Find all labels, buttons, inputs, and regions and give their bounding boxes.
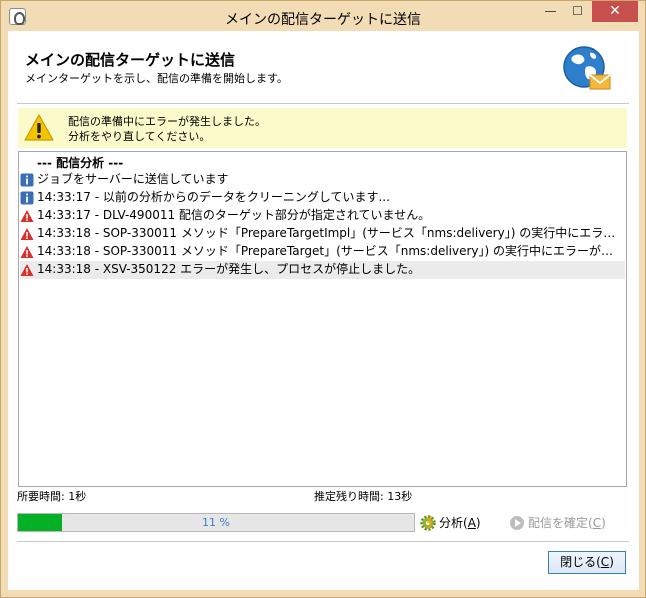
progress-bar: 11 % bbox=[17, 513, 415, 532]
warning-message: 配信の準備中にエラーが発生しました。 bbox=[68, 115, 266, 128]
header-divider bbox=[17, 103, 629, 104]
minimize-button[interactable]: — bbox=[537, 1, 564, 22]
dialog-body: メインの配信ターゲットに送信 メインターゲットを示し、配信の準備を開始します。 … bbox=[8, 31, 639, 590]
window-close-button[interactable]: ✕ bbox=[592, 1, 638, 22]
gear-lightning-icon bbox=[420, 515, 436, 531]
log-entry[interactable]: 14:33:18 - SOP-330011 メソッド「PrepareTarget… bbox=[20, 225, 625, 243]
error-icon bbox=[20, 246, 34, 258]
error-icon bbox=[20, 264, 34, 276]
log-entry-text: 14:33:18 - XSV-350122 エラーが発生し、プロセスが停止しまし… bbox=[37, 262, 421, 276]
analyze-label-end: ) bbox=[475, 516, 481, 530]
title-bar[interactable]: メインの配信ターゲットに送信 — ☐ ✕ bbox=[1, 1, 645, 31]
warning-icon bbox=[24, 114, 54, 141]
globe-mail-icon bbox=[563, 46, 611, 90]
confirm-label-end: ) bbox=[601, 516, 606, 530]
warning-instruction: 分析をやり直してください。 bbox=[68, 130, 211, 143]
log-entry[interactable]: 14:33:17 - 以前の分析からのデータをクリーニングしています... bbox=[20, 189, 625, 207]
log-entry[interactable]: 14:33:18 - XSV-350122 エラーが発生し、プロセスが停止しまし… bbox=[20, 261, 625, 279]
elapsed-time: 所要時間: 1秒 bbox=[17, 490, 87, 503]
play-icon bbox=[510, 516, 524, 530]
confirm-accesskey: C bbox=[592, 516, 602, 530]
close-button[interactable]: 閉じる(C) bbox=[548, 551, 626, 574]
analysis-log[interactable]: --- 配信分析 --- ジョブをサーバーに送信しています 14:33:17 - … bbox=[18, 151, 627, 487]
close-accesskey: C bbox=[600, 555, 610, 569]
log-entry-text: ジョブをサーバーに送信しています bbox=[37, 172, 229, 186]
analyze-button[interactable]: 分析(A) bbox=[419, 513, 481, 533]
info-icon bbox=[20, 173, 34, 187]
error-icon bbox=[20, 228, 34, 240]
header-title: メインの配信ターゲットに送信 bbox=[25, 51, 236, 69]
close-label-end: ) bbox=[609, 555, 614, 569]
analyze-accesskey: A bbox=[467, 516, 476, 530]
warning-banner: 配信の準備中にエラーが発生しました。 分析をやり直してください。 bbox=[18, 108, 627, 148]
log-entry-text: 14:33:18 - SOP-330011 メソッド「PrepareTarget… bbox=[37, 226, 625, 240]
log-entry[interactable]: ジョブをサーバーに送信しています bbox=[20, 171, 625, 189]
remaining-time: 推定残り時間: 13秒 bbox=[314, 490, 413, 503]
log-entry[interactable]: 14:33:18 - SOP-330011 メソッド「PrepareTarget… bbox=[20, 243, 625, 261]
error-icon bbox=[20, 210, 34, 222]
info-icon bbox=[20, 191, 34, 205]
log-entry-text: 14:33:18 - SOP-330011 メソッド「PrepareTarget… bbox=[37, 244, 625, 258]
log-entry-text: 14:33:17 - 以前の分析からのデータをクリーニングしています... bbox=[37, 190, 390, 204]
analyze-label: 分析( bbox=[439, 516, 468, 530]
header-subtitle: メインターゲットを示し、配信の準備を開始します。 bbox=[25, 72, 288, 85]
footer-divider bbox=[17, 541, 629, 542]
maximize-button[interactable]: ☐ bbox=[564, 1, 591, 22]
log-entry[interactable]: 14:33:17 - DLV-490011 配信のターゲット部分が指定されていま… bbox=[20, 207, 625, 225]
log-entry-text: 14:33:17 - DLV-490011 配信のターゲット部分が指定されていま… bbox=[37, 208, 431, 222]
confirm-label: 配信を確定( bbox=[528, 516, 593, 530]
confirm-delivery-button[interactable]: 配信を確定(C) bbox=[509, 513, 606, 533]
log-title: --- 配信分析 --- bbox=[37, 156, 124, 170]
close-label: 閉じる( bbox=[560, 555, 601, 569]
progress-label: 11 % bbox=[202, 516, 230, 529]
dialog-window: メインの配信ターゲットに送信 — ☐ ✕ メインの配信ターゲットに送信 メインタ… bbox=[0, 0, 646, 598]
